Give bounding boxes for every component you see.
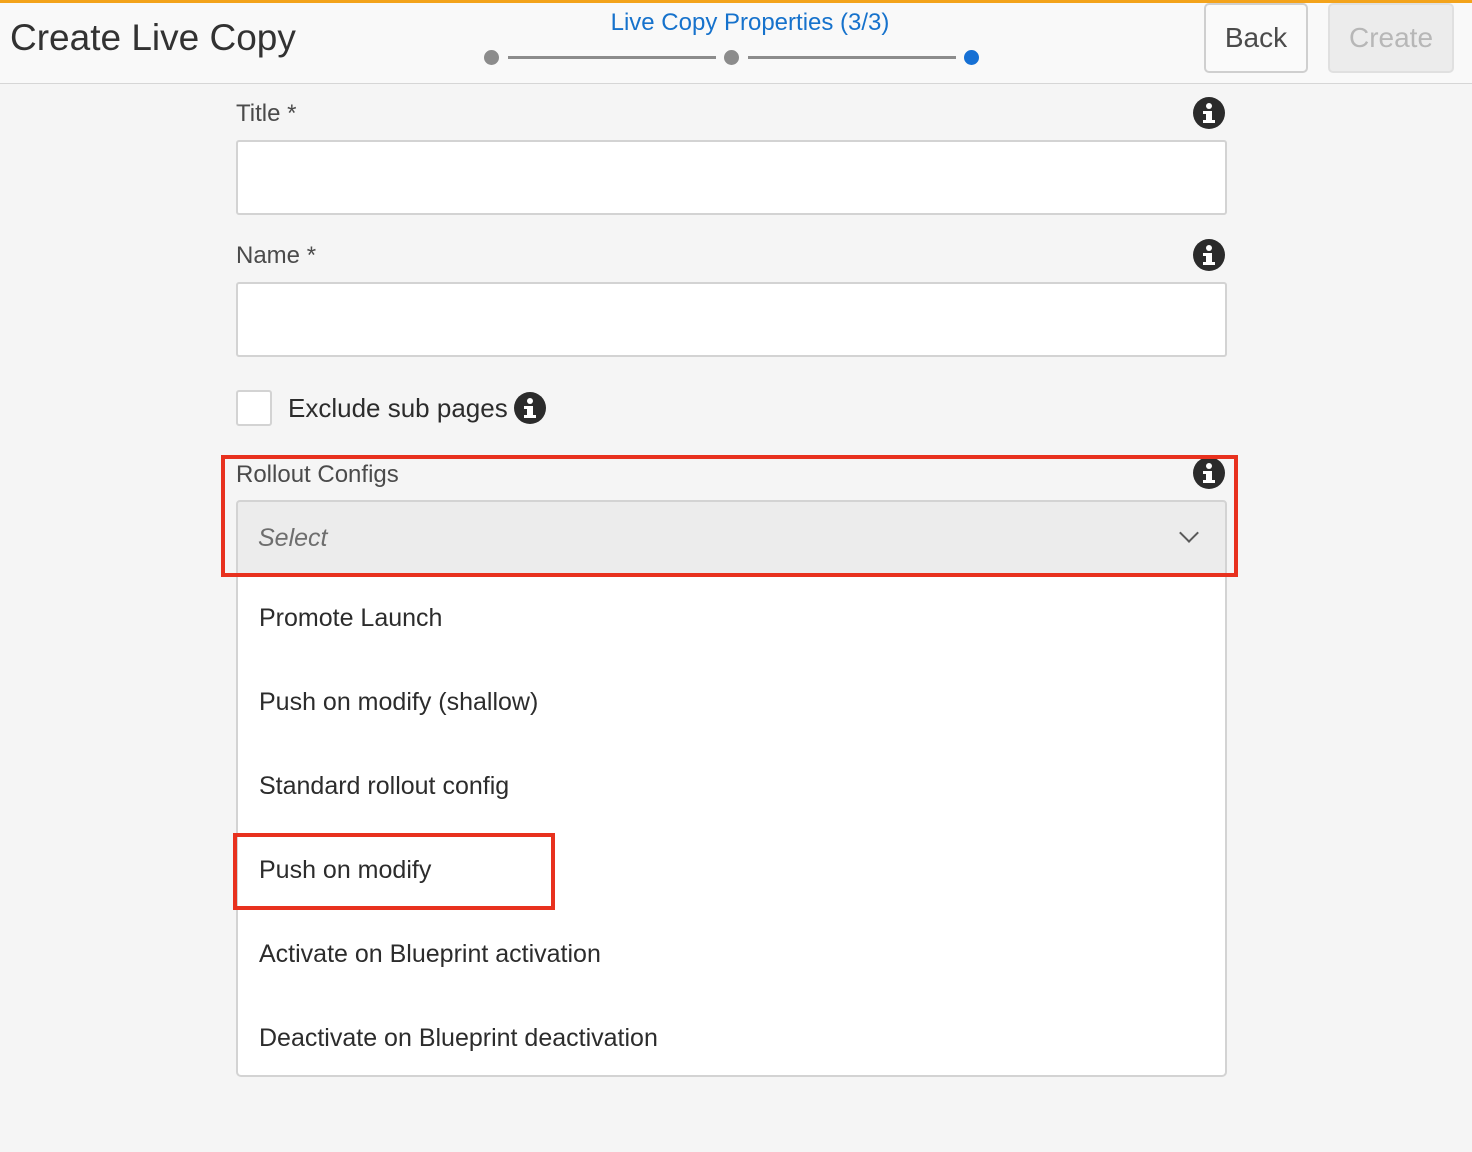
wizard-step-connector xyxy=(508,56,716,59)
dropdown-option[interactable]: Push on modify (shallow) xyxy=(259,688,538,717)
wizard-step-1-dot xyxy=(484,50,499,65)
title-label: Title * xyxy=(236,100,297,127)
exclude-sub-pages-checkbox[interactable] xyxy=(236,390,272,426)
name-input[interactable] xyxy=(236,282,1227,357)
wizard-step-connector xyxy=(748,56,956,59)
back-button[interactable]: Back xyxy=(1204,3,1308,73)
select-placeholder: Select xyxy=(258,524,328,552)
info-icon[interactable] xyxy=(1193,97,1225,129)
name-label: Name * xyxy=(236,242,317,269)
create-button[interactable]: Create xyxy=(1328,3,1454,73)
info-icon[interactable] xyxy=(1193,239,1225,271)
top-bar: Create Live Copy Live Copy Properties (3… xyxy=(0,0,1472,84)
dropdown-option[interactable]: Standard rollout config xyxy=(259,772,509,801)
dropdown-option[interactable]: Deactivate on Blueprint deactivation xyxy=(259,1024,658,1053)
wizard-step-title: Live Copy Properties (3/3) xyxy=(610,9,890,36)
dropdown-option[interactable]: Promote Launch xyxy=(259,604,442,633)
info-icon[interactable] xyxy=(514,392,546,424)
chevron-down-icon[interactable] xyxy=(1179,523,1199,543)
dropdown-option[interactable]: Activate on Blueprint activation xyxy=(259,940,601,969)
title-input[interactable] xyxy=(236,140,1227,215)
wizard-step-3-dot xyxy=(964,50,979,65)
exclude-sub-pages-label[interactable]: Exclude sub pages xyxy=(288,393,508,424)
info-icon[interactable] xyxy=(1193,457,1225,489)
rollout-configs-dropdown: Promote Launch Push on modify (shallow) … xyxy=(236,576,1227,1077)
app-title: Create Live Copy xyxy=(10,17,296,58)
rollout-configs-label: Rollout Configs xyxy=(236,461,399,488)
rollout-configs-select[interactable]: Select xyxy=(236,500,1227,578)
wizard-step-2-dot xyxy=(724,50,739,65)
dropdown-option-push-on-modify[interactable]: Push on modify xyxy=(259,856,431,885)
